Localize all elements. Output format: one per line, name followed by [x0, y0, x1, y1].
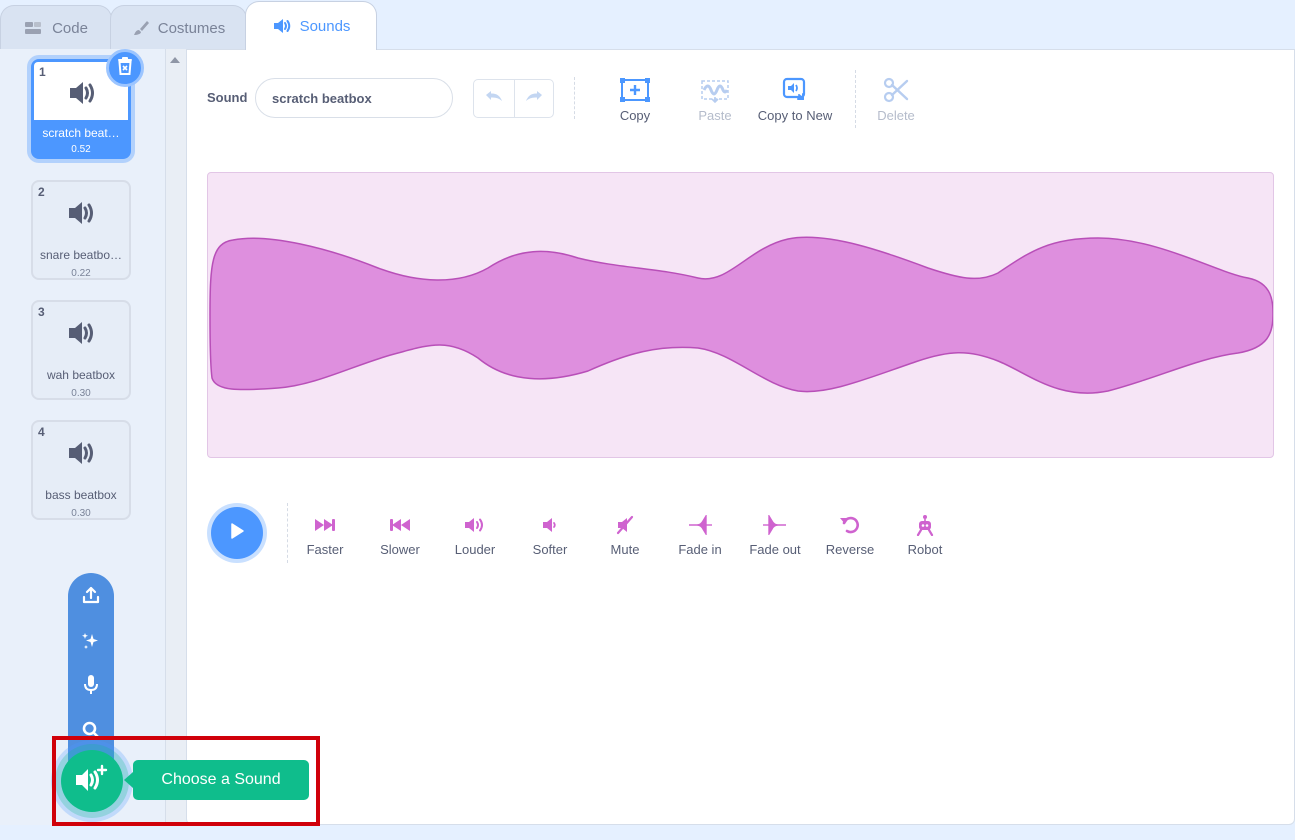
redo-icon: [524, 89, 544, 108]
microphone-icon[interactable]: [79, 673, 103, 697]
louder-button[interactable]: Louder: [440, 514, 510, 557]
sound-name-label: Sound: [207, 90, 248, 105]
tab-code[interactable]: Code: [0, 5, 112, 50]
softer-button[interactable]: Softer: [515, 514, 585, 557]
sound-duration: 0.22: [71, 268, 91, 279]
scissors-icon: [882, 76, 910, 104]
robot-button[interactable]: Robot: [890, 514, 960, 557]
copy-button[interactable]: Copy: [590, 76, 680, 124]
tab-label: Costumes: [157, 19, 226, 37]
trash-icon: [116, 56, 134, 81]
fade-out-button[interactable]: Fade out: [740, 514, 810, 557]
bottom-strip: [0, 825, 1295, 840]
mute-label: Mute: [610, 542, 640, 557]
fade-in-icon: [687, 514, 713, 536]
paste-label: Paste: [698, 108, 732, 123]
sound-name: snare beatbo…: [39, 248, 123, 262]
speaker-icon: [67, 320, 97, 351]
highlight-box: [52, 736, 320, 826]
waveform: [209, 236, 1274, 394]
reverse-icon: [839, 514, 861, 536]
undo-redo-group: [473, 79, 554, 118]
copy-to-new-label: Copy to New: [757, 108, 833, 123]
delete-button[interactable]: Delete: [851, 76, 941, 124]
sound-name-input[interactable]: [255, 78, 453, 118]
tab-costumes[interactable]: Costumes: [110, 5, 247, 50]
sound-number: 3: [38, 305, 45, 319]
fade-in-button[interactable]: Fade in: [665, 514, 735, 557]
sound-number: 1: [39, 65, 46, 79]
sound-duration: 0.30: [71, 508, 91, 519]
fast-forward-icon: [313, 514, 337, 536]
robot-label: Robot: [907, 542, 943, 557]
louder-label: Louder: [454, 542, 496, 557]
speaker-icon: [67, 440, 97, 471]
copy-icon: [619, 76, 651, 104]
tab-label: Code: [52, 19, 88, 37]
surprise-icon[interactable]: [79, 629, 103, 653]
slower-label: Slower: [380, 542, 420, 557]
waveform-panel[interactable]: [207, 172, 1274, 458]
effects-divider: [287, 503, 288, 563]
mute-button[interactable]: Mute: [590, 514, 660, 557]
speaker-icon: [67, 200, 97, 231]
paste-icon: [699, 76, 731, 104]
play-button[interactable]: [211, 507, 263, 559]
tab-label: Sounds: [299, 17, 351, 35]
fade-out-icon: [762, 514, 788, 536]
speaker-icon: [272, 17, 292, 35]
reverse-label: Reverse: [825, 542, 875, 557]
rewind-icon: [388, 514, 412, 536]
scroll-up-arrow[interactable]: [170, 57, 180, 63]
sound-duration: 0.52: [71, 144, 91, 155]
paste-button[interactable]: Paste: [670, 76, 760, 124]
tab-sounds[interactable]: Sounds: [245, 1, 377, 50]
undo-icon: [484, 89, 504, 108]
upload-icon[interactable]: [79, 583, 103, 607]
toolbar-divider: [574, 77, 575, 119]
sound-name: wah beatbox: [46, 368, 116, 382]
robot-icon: [914, 514, 936, 536]
sound-name: scratch beat…: [42, 126, 120, 140]
softer-icon: [540, 514, 560, 536]
faster-button[interactable]: Faster: [290, 514, 360, 557]
fade-in-label: Fade in: [678, 542, 722, 557]
code-icon: [24, 20, 44, 36]
speaker-icon: [68, 80, 98, 111]
sound-item-3[interactable]: 3 wah beatbox 0.30: [31, 300, 131, 400]
sound-number: 4: [38, 425, 45, 439]
play-icon: [228, 522, 246, 545]
copy-to-new-icon: [781, 76, 809, 104]
sound-list-scrollbar[interactable]: [165, 49, 186, 840]
brush-icon: [132, 19, 150, 37]
redo-button[interactable]: [513, 80, 554, 117]
delete-sound-button[interactable]: [106, 49, 144, 87]
editor-tabs: Code Costumes Sounds: [0, 0, 1295, 50]
faster-label: Faster: [306, 542, 344, 557]
sound-number: 2: [38, 185, 45, 199]
add-sound-menu: [68, 573, 114, 763]
sound-name: bass beatbox: [45, 488, 117, 502]
sound-item-2[interactable]: 2 snare beatbo… 0.22: [31, 180, 131, 280]
slower-button[interactable]: Slower: [365, 514, 435, 557]
delete-label: Delete: [877, 108, 915, 123]
copy-label: Copy: [619, 108, 651, 123]
louder-icon: [463, 514, 487, 536]
softer-label: Softer: [532, 542, 568, 557]
sound-duration: 0.30: [71, 388, 91, 399]
fade-out-label: Fade out: [749, 542, 801, 557]
copy-to-new-button[interactable]: Copy to New: [750, 76, 840, 124]
undo-button[interactable]: [474, 80, 514, 117]
mute-icon: [615, 514, 635, 536]
sound-item-4[interactable]: 4 bass beatbox 0.30: [31, 420, 131, 520]
reverse-button[interactable]: Reverse: [815, 514, 885, 557]
